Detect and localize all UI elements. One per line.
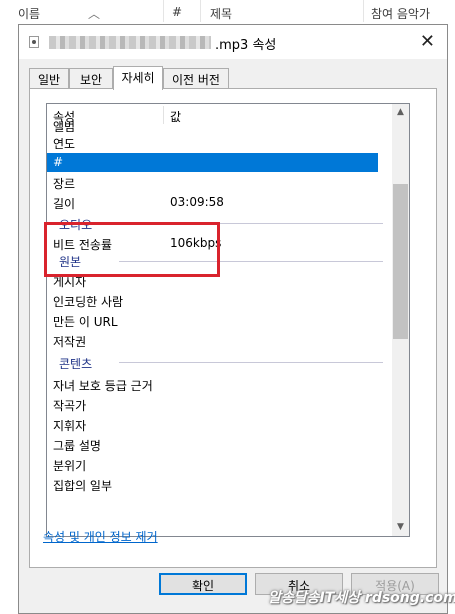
properties-dialog: .mp3 속성 ✕ 일반 보안 자세히 이전 버전 속성 값 앨범 연도 # 장	[18, 24, 448, 614]
group-line	[119, 362, 383, 363]
details-panel: 속성 값 앨범 연도 # 장르 길이 03:09:58 오디오 비트 전송률 1…	[29, 88, 437, 568]
tab-previous-versions[interactable]: 이전 버전	[163, 68, 229, 88]
row-name: 작곡가	[53, 399, 87, 413]
row-name: 만든 이 URL	[53, 315, 118, 329]
row-name: 앨범	[53, 120, 76, 132]
column-divider	[200, 0, 201, 22]
column-name[interactable]: 이름	[18, 5, 40, 22]
background-list-header: 이름 ︿ # 제목 참여 음악가	[0, 0, 455, 24]
watermark: 알송달송IT세상 rdsong.com	[268, 590, 455, 606]
scroll-down-icon[interactable]: ▼	[392, 519, 409, 536]
row-name: 자녀 보호 등급 근거	[53, 379, 153, 393]
row-name: 저작권	[53, 335, 87, 349]
row-conductor[interactable]: 지휘자	[52, 415, 382, 434]
row-author-url[interactable]: 만든 이 URL	[52, 311, 382, 330]
close-icon[interactable]: ✕	[420, 31, 435, 52]
row-name: 지휘자	[53, 419, 87, 433]
row-name: 길이	[53, 197, 76, 211]
row-encoded-by[interactable]: 인코딩한 사람	[52, 291, 382, 310]
property-list[interactable]: 속성 값 앨범 연도 # 장르 길이 03:09:58 오디오 비트 전송률 1…	[46, 103, 410, 537]
remove-properties-link[interactable]: 속성 및 개인 정보 제거	[43, 528, 158, 545]
row-group-description[interactable]: 그룹 설명	[52, 435, 382, 454]
column-title[interactable]: 제목	[210, 5, 232, 22]
group-label: 콘텐츠	[59, 357, 93, 371]
title-bar: .mp3 속성 ✕	[19, 25, 447, 59]
tab-general[interactable]: 일반	[29, 68, 69, 88]
row-name: 분위기	[53, 459, 87, 473]
column-divider	[363, 0, 364, 22]
tab-details[interactable]: 자세히	[113, 66, 163, 90]
row-value: 03:09:58	[170, 195, 224, 209]
column-divider	[163, 0, 164, 22]
scroll-up-icon[interactable]: ▲	[392, 104, 409, 121]
highlight-box	[44, 222, 220, 277]
row-parental-rating[interactable]: 자녀 보호 등급 근거	[52, 375, 382, 394]
row-name: 집합의 일부	[53, 479, 113, 493]
row-mood[interactable]: 분위기	[52, 455, 382, 474]
row-year[interactable]: 연도	[52, 133, 382, 152]
scroll-thumb[interactable]	[393, 184, 408, 339]
row-track-selected[interactable]: #	[47, 153, 378, 172]
row-album[interactable]: 앨범	[52, 120, 382, 132]
row-genre[interactable]: 장르	[52, 173, 382, 192]
row-part-of-set[interactable]: 집합의 일부	[52, 475, 382, 494]
row-copyright[interactable]: 저작권	[52, 331, 382, 350]
column-track[interactable]: #	[172, 5, 182, 19]
group-content: 콘텐츠	[57, 353, 383, 371]
row-composer[interactable]: 작곡가	[52, 395, 382, 414]
tab-security[interactable]: 보안	[69, 68, 113, 88]
sort-up-icon: ︿	[88, 7, 101, 21]
row-length[interactable]: 길이 03:09:58	[52, 193, 382, 212]
row-name: #	[53, 155, 64, 169]
row-name: 연도	[53, 137, 76, 151]
row-name: 인코딩한 사람	[53, 295, 124, 309]
column-artist[interactable]: 참여 음악가	[371, 5, 430, 22]
dialog-title: .mp3 속성	[215, 38, 277, 53]
vertical-scrollbar[interactable]: ▲ ▼	[392, 104, 409, 536]
audio-file-icon	[29, 36, 39, 48]
ok-button[interactable]: 확인	[159, 573, 247, 595]
row-name: 그룹 설명	[53, 439, 101, 453]
blurred-filename	[49, 36, 211, 49]
row-name: 장르	[53, 177, 76, 191]
